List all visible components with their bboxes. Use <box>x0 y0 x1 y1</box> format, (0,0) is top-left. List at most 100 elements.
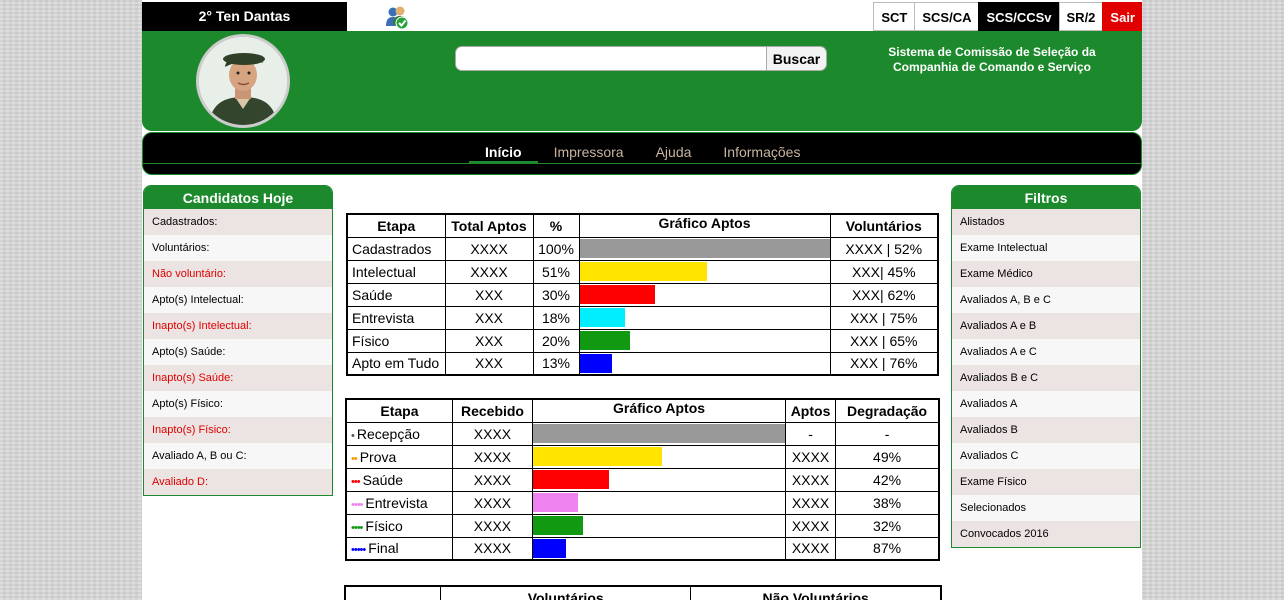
chart-bar <box>579 308 625 327</box>
filter-item[interactable]: Avaliados A e B <box>952 313 1140 339</box>
main-nav: Início Impressora Ajuda Informações <box>142 132 1142 175</box>
system-title-line1: Sistema de Comissão de Seleção da <box>888 45 1096 59</box>
candidate-stat-item[interactable]: Cadastrados: <box>144 209 332 235</box>
cell-aptos: XXXX <box>784 490 837 515</box>
candidate-stat-item[interactable]: Avaliado D: <box>144 469 332 495</box>
cell-etapa: •••• Físico <box>345 513 453 538</box>
filter-item[interactable]: Avaliados A, B e C <box>952 287 1140 313</box>
top-link-sct[interactable]: SCT <box>873 2 915 31</box>
cell-degradacao: 42% <box>835 467 940 492</box>
nav-item-impressora[interactable]: Impressora <box>538 133 640 163</box>
table-row: •• Prova XXXX XXXX 49% <box>345 444 940 469</box>
filter-item[interactable]: Convocados 2016 <box>952 521 1140 547</box>
col-header-voluntarios: Voluntários <box>829 213 939 238</box>
filter-item[interactable]: Exame Médico <box>952 261 1140 287</box>
cell-recebido: XXXX <box>451 536 534 561</box>
filter-item[interactable]: Avaliados A <box>952 391 1140 417</box>
chart-bar <box>579 353 612 373</box>
top-bar: 2° Ten Dantas SCT SCS/CA SCS/CCSv SR/2 S… <box>142 2 1142 31</box>
filter-item[interactable]: Avaliados C <box>952 443 1140 469</box>
cell-etapa: •• Prova <box>345 444 453 469</box>
col-header-voluntarios: Voluntários <box>440 585 692 600</box>
search-input[interactable] <box>455 46 767 71</box>
cell-percent: 51% <box>532 259 580 284</box>
cell-degradacao: - <box>835 421 940 446</box>
user-name: 2° Ten Dantas <box>142 2 347 31</box>
col-header-recebido: Recebido <box>451 398 534 423</box>
filter-item[interactable]: Selecionados <box>952 495 1140 521</box>
cell-voluntarios: XXX | 76% <box>829 351 939 376</box>
cell-recebido: XXXX <box>451 490 534 515</box>
cell-recebido: XXXX <box>451 421 534 446</box>
cell-recebido: XXXX <box>451 467 534 492</box>
candidate-stat-item[interactable]: Voluntários: <box>144 235 332 261</box>
candidate-stat-item[interactable]: Inapto(s) Físico: <box>144 417 332 443</box>
table-row: ••••• Final XXXX XXXX 87% <box>345 536 940 561</box>
chart-bar <box>533 516 584 535</box>
cell-etapa: Cadastrados <box>346 236 446 261</box>
top-link-scs-ca[interactable]: SCS/CA <box>914 2 979 31</box>
table-row: Físico XXX 20% XXX | 65% <box>346 328 939 353</box>
cell-voluntarios: XXX| 45% <box>829 259 939 284</box>
nav-divider <box>143 163 1141 164</box>
table-row: Cadastrados XXXX 100% XXXX | 52% <box>346 236 939 261</box>
cell-total-aptos: XXXX <box>444 259 534 284</box>
candidate-stat-item[interactable]: Inapto(s) Saúde: <box>144 365 332 391</box>
table-row: • Recepção XXXX - - <box>345 421 940 446</box>
page-container: 2° Ten Dantas SCT SCS/CA SCS/CCSv SR/2 S… <box>142 0 1142 600</box>
candidate-stat-item[interactable]: Apto(s) Intelectual: <box>144 287 332 313</box>
search-button[interactable]: Buscar <box>766 46 827 71</box>
filter-item[interactable]: Exame Intelectual <box>952 235 1140 261</box>
cell-bar <box>578 351 831 376</box>
cell-etapa: ••••• Final <box>345 536 453 561</box>
etapa-label: Físico <box>365 517 403 534</box>
nav-item-ajuda[interactable]: Ajuda <box>640 133 708 163</box>
table-row: Saúde XXX 30% XXX| 62% <box>346 282 939 307</box>
chart-bar <box>533 424 785 443</box>
candidate-stat-item[interactable]: Apto(s) Saúde: <box>144 339 332 365</box>
cell-total-aptos: XXX <box>444 282 534 307</box>
cell-voluntarios: XXX | 65% <box>829 328 939 353</box>
panel-title: Candidatos Hoje <box>144 186 332 209</box>
cell-total-aptos: XXX <box>444 351 534 376</box>
chart-bar <box>533 493 579 512</box>
nav-item-inicio[interactable]: Início <box>469 133 538 164</box>
etapa-label: Recepção <box>356 425 420 442</box>
top-link-scs-ccsv[interactable]: SCS/CCSv <box>978 2 1059 31</box>
chart-bar <box>533 470 609 489</box>
cell-total-aptos: XXX <box>444 328 534 353</box>
cell-total-aptos: XXX <box>444 305 534 330</box>
panel-title: Filtros <box>952 186 1140 209</box>
candidate-stat-item[interactable]: Inapto(s) Intelectual: <box>144 313 332 339</box>
top-link-sr2[interactable]: SR/2 <box>1058 2 1103 31</box>
cell-percent: 100% <box>532 236 580 261</box>
cell-bar <box>532 513 786 538</box>
filter-item[interactable]: Avaliados A e C <box>952 339 1140 365</box>
col-header-percent: % <box>532 213 580 238</box>
table-row: Apto em Tudo XXX 13% XXX | 76% <box>346 351 939 376</box>
table-row: Entrevista XXX 18% XXX | 75% <box>346 305 939 330</box>
chart-bar <box>579 331 630 350</box>
logout-button[interactable]: Sair <box>1102 2 1142 31</box>
nav-item-informacoes[interactable]: Informações <box>707 133 816 163</box>
chart-bar <box>579 262 707 281</box>
users-check-icon[interactable] <box>384 4 410 30</box>
cell-etapa: Físico <box>346 328 446 353</box>
cell-bar <box>578 328 831 353</box>
cell-recebido: XXXX <box>451 444 534 469</box>
col-header-grafico: Gráfico Aptos <box>578 213 831 238</box>
filter-item[interactable]: Alistados <box>952 209 1140 235</box>
etapa-label: Entrevista <box>365 494 428 511</box>
col-header-etapa: Etapa <box>346 213 446 238</box>
candidate-stat-item[interactable]: Avaliado A, B ou C: <box>144 443 332 469</box>
candidate-stat-item[interactable]: Não voluntário: <box>144 261 332 287</box>
filter-item[interactable]: Avaliados B <box>952 417 1140 443</box>
cell-bar <box>532 490 786 515</box>
filter-item[interactable]: Avaliados B e C <box>952 365 1140 391</box>
col-header-nao-voluntarios: Não Voluntários <box>690 585 942 600</box>
chart-bar <box>533 538 566 558</box>
filter-item[interactable]: Exame Físico <box>952 469 1140 495</box>
candidate-stat-item[interactable]: Apto(s) Físico: <box>144 391 332 417</box>
aptos-table: Etapa Total Aptos % Gráfico Aptos Volunt… <box>346 213 939 376</box>
cell-etapa: Saúde <box>346 282 446 307</box>
